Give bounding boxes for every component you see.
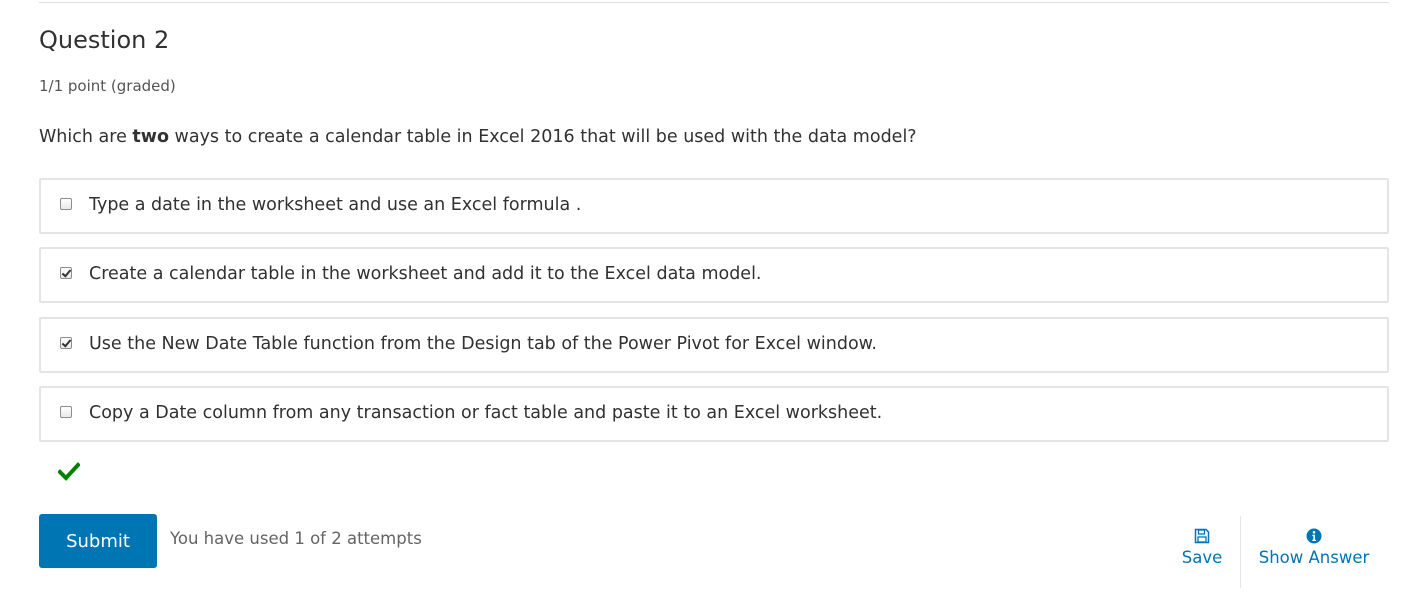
choice-checkbox[interactable] (60, 337, 72, 349)
show-answer-button[interactable]: Show Answer (1250, 528, 1378, 567)
prompt-text-before: Which are (39, 127, 133, 147)
floppy-disk-icon (1194, 528, 1210, 544)
prompt-emphasis: two (132, 127, 169, 147)
save-label: Save (1181, 548, 1223, 567)
prompt-text-after: ways to create a calendar table in Excel… (168, 127, 917, 147)
choice-checkbox[interactable] (60, 198, 72, 210)
choice-label: Copy a Date column from any transaction … (89, 403, 883, 423)
top-divider (39, 2, 1389, 3)
choice-label: Type a date in the worksheet and use an … (89, 195, 582, 215)
question-title: Question 2 (39, 26, 170, 54)
submit-button[interactable]: Submit (39, 514, 157, 568)
choice-label: Create a calendar table in the worksheet… (89, 264, 762, 284)
choice-option-2[interactable]: Create a calendar table in the worksheet… (39, 247, 1389, 303)
actions-divider (1240, 516, 1241, 588)
choice-checkbox[interactable] (60, 406, 72, 418)
attempts-counter: You have used 1 of 2 attempts (170, 529, 422, 548)
choice-option-4[interactable]: Copy a Date column from any transaction … (39, 386, 1389, 442)
choice-option-1[interactable]: Type a date in the worksheet and use an … (39, 178, 1389, 234)
points-status: 1/1 point (graded) (39, 77, 176, 95)
choice-option-3[interactable]: Use the New Date Table function from the… (39, 317, 1389, 373)
choice-checkbox[interactable] (60, 267, 72, 279)
choice-label: Use the New Date Table function from the… (89, 334, 877, 354)
save-button[interactable]: Save (1170, 528, 1234, 567)
question-prompt: Which are two ways to create a calendar … (39, 127, 917, 147)
checkmark-icon (58, 462, 80, 481)
info-circle-icon (1306, 528, 1322, 544)
show-answer-label: Show Answer (1258, 548, 1370, 567)
